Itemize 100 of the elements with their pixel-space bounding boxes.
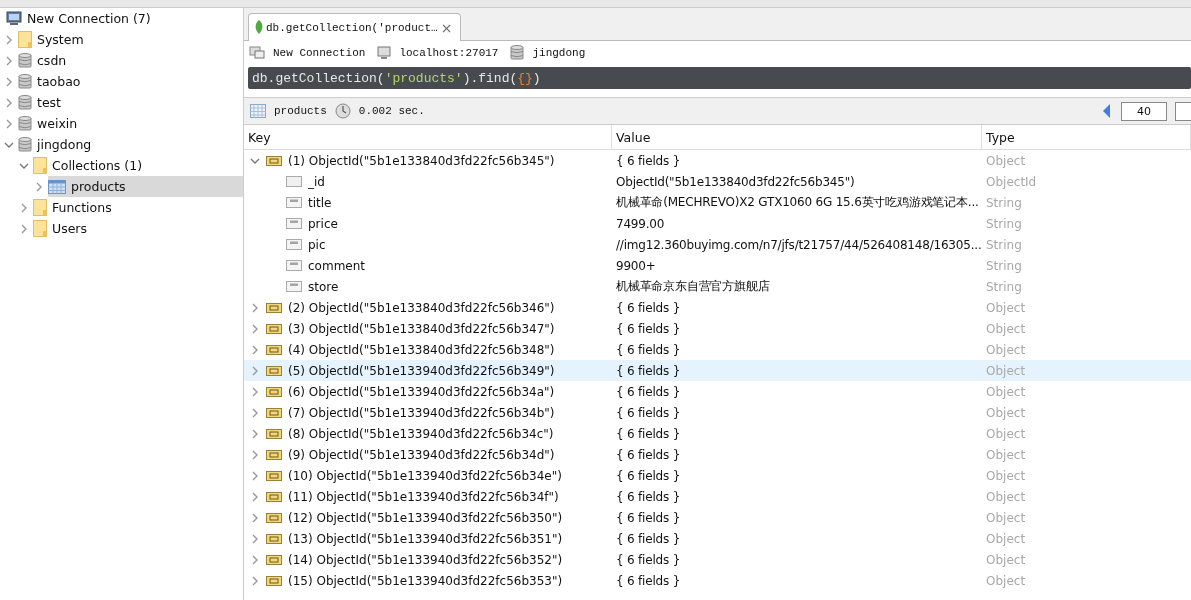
folder-icon [33, 199, 47, 216]
sidebar-item[interactable]: csdn [18, 50, 243, 71]
column-header[interactable]: Type [982, 125, 1191, 149]
sidebar-item[interactable]: jingdong [18, 134, 243, 155]
caret-icon[interactable] [250, 428, 260, 439]
column-header[interactable]: Value [612, 125, 982, 149]
value-text: { 6 fields } [616, 510, 681, 525]
value-text: 7499.00 [616, 216, 665, 231]
document-icon [266, 491, 282, 502]
table-row[interactable]: (10) ObjectId("5b1e133940d3fd22fc56b34e") { 6 fields } Object [244, 465, 1191, 486]
caret-icon[interactable] [250, 491, 260, 502]
collection-name: products [274, 105, 327, 117]
caret-icon[interactable] [250, 365, 260, 376]
sidebar-item[interactable]: Functions [33, 197, 243, 218]
item-label: weixin [37, 116, 78, 131]
table-row[interactable]: price 7499.00 String [244, 213, 1191, 234]
sidebar-item[interactable]: Users [33, 218, 243, 239]
table-row[interactable]: comment 9900+ String [244, 255, 1191, 276]
document-icon [266, 512, 282, 523]
caret-icon[interactable] [4, 118, 14, 129]
type-text: Object [986, 363, 1026, 378]
caret-icon[interactable] [250, 533, 260, 544]
table-row[interactable]: pic //img12.360buyimg.com/n7/jfs/t21757/44/526408148/16305... String [244, 234, 1191, 255]
caret-icon[interactable] [4, 55, 14, 66]
table-row[interactable]: (4) ObjectId("5b1e133840d3fd22fc56b348") { 6 fields } Object [244, 339, 1191, 360]
table-icon [48, 179, 66, 194]
tab-title: db.getCollection('product… [266, 21, 438, 34]
key-text: (9) ObjectId("5b1e133940d3fd22fc56b34d") [288, 447, 555, 462]
key-text: (11) ObjectId("5b1e133940d3fd22fc56b34f") [288, 489, 559, 504]
table-row[interactable]: store 机械革命京东自营官方旗舰店 String [244, 276, 1191, 297]
caret-icon[interactable] [250, 344, 260, 355]
caret-icon[interactable] [4, 76, 14, 87]
key-text: (8) ObjectId("5b1e133940d3fd22fc56b34c") [288, 426, 554, 441]
sidebar-item[interactable]: System [18, 29, 243, 50]
value-text: { 6 fields } [616, 300, 681, 315]
item-label: Collections (1) [52, 158, 143, 173]
table-row[interactable]: (2) ObjectId("5b1e133840d3fd22fc56b346") { 6 fields } Object [244, 297, 1191, 318]
table-row[interactable]: (1) ObjectId("5b1e133840d3fd22fc56b345") { 6 fields } Object [244, 150, 1191, 171]
caret-icon[interactable] [4, 34, 14, 45]
table-row[interactable]: (14) ObjectId("5b1e133940d3fd22fc56b352") { 6 fields } Object [244, 549, 1191, 570]
table-row[interactable]: (7) ObjectId("5b1e133940d3fd22fc56b34b") { 6 fields } Object [244, 402, 1191, 423]
caret-icon[interactable] [250, 470, 260, 481]
sidebar-item[interactable]: New Connection (7) [6, 8, 243, 29]
key-text: comment [308, 258, 365, 273]
table-row[interactable]: (15) ObjectId("5b1e133940d3fd22fc56b353") { 6 fields } Object [244, 570, 1191, 591]
type-text: String [986, 258, 1022, 273]
table-row[interactable]: (13) ObjectId("5b1e133940d3fd22fc56b351") { 6 fields } Object [244, 528, 1191, 549]
table-row[interactable]: (5) ObjectId("5b1e133940d3fd22fc56b349") { 6 fields } Object [244, 360, 1191, 381]
document-icon [266, 470, 282, 481]
table-row[interactable]: (8) ObjectId("5b1e133940d3fd22fc56b34c") { 6 fields } Object [244, 423, 1191, 444]
close-tab-button[interactable]: × [440, 19, 453, 36]
caret-icon[interactable] [250, 512, 260, 523]
table-row[interactable]: (3) ObjectId("5b1e133840d3fd22fc56b347") { 6 fields } Object [244, 318, 1191, 339]
key-text: (3) ObjectId("5b1e133840d3fd22fc56b347") [288, 321, 555, 336]
database-icon [18, 73, 32, 90]
folder-icon [18, 31, 32, 48]
table-row[interactable]: (12) ObjectId("5b1e133940d3fd22fc56b350") { 6 fields } Object [244, 507, 1191, 528]
sidebar-item[interactable]: Collections (1) [33, 155, 243, 176]
sidebar-item[interactable]: taobao [18, 71, 243, 92]
type-text: Object [986, 552, 1026, 567]
table-row[interactable]: _id ObjectId("5b1e133840d3fd22fc56b345") ObjectId [244, 171, 1191, 192]
value-text: { 6 fields } [616, 321, 681, 336]
type-text: String [986, 279, 1022, 294]
value-text: { 6 fields } [616, 447, 681, 462]
caret-icon[interactable] [250, 554, 260, 565]
document-icon [266, 554, 282, 565]
caret-icon[interactable] [250, 407, 260, 418]
caret-icon[interactable] [250, 386, 260, 397]
caret-icon[interactable] [34, 181, 44, 192]
document-icon [266, 533, 282, 544]
caret-icon[interactable] [19, 202, 29, 213]
type-text: Object [986, 531, 1026, 546]
server-address: localhost:27017 [399, 47, 499, 59]
page-size-field[interactable]: 40 [1121, 101, 1167, 121]
caret-icon[interactable] [250, 449, 260, 460]
type-text: Object [986, 384, 1026, 399]
caret-icon[interactable] [4, 97, 14, 108]
caret-icon[interactable] [250, 323, 260, 334]
item-label: jingdong [37, 137, 92, 152]
sidebar-item[interactable]: products [48, 176, 243, 197]
monitor-icon [377, 46, 392, 60]
column-header[interactable]: Key [244, 125, 612, 149]
document-icon [266, 407, 282, 418]
query-editor[interactable]: db.getCollection('products').find({}) [248, 67, 1191, 89]
query-tab[interactable]: db.getCollection('product… × [248, 13, 462, 41]
caret-icon[interactable] [19, 223, 29, 234]
caret-icon[interactable] [250, 575, 260, 586]
table-row[interactable]: title 机械革命(MECHREVO)X2 GTX1060 6G 15.6英寸吃鸡游戏笔记本... String [244, 192, 1191, 213]
key-text: price [308, 216, 338, 231]
caret-icon[interactable] [250, 302, 260, 313]
previous-page-icon[interactable] [1103, 104, 1111, 118]
table-row[interactable]: (9) ObjectId("5b1e133940d3fd22fc56b34d") { 6 fields } Object [244, 444, 1191, 465]
key-text: (1) ObjectId("5b1e133840d3fd22fc56b345") [288, 153, 555, 168]
sidebar-item[interactable]: test [18, 92, 243, 113]
table-row[interactable]: (6) ObjectId("5b1e133940d3fd22fc56b34a") { 6 fields } Object [244, 381, 1191, 402]
value-text: { 6 fields } [616, 426, 681, 441]
table-row[interactable]: (11) ObjectId("5b1e133940d3fd22fc56b34f") { 6 fields } Object [244, 486, 1191, 507]
type-text: Object [986, 426, 1026, 441]
sidebar-item[interactable]: weixin [18, 113, 243, 134]
key-text: (13) ObjectId("5b1e133940d3fd22fc56b351") [288, 531, 563, 546]
